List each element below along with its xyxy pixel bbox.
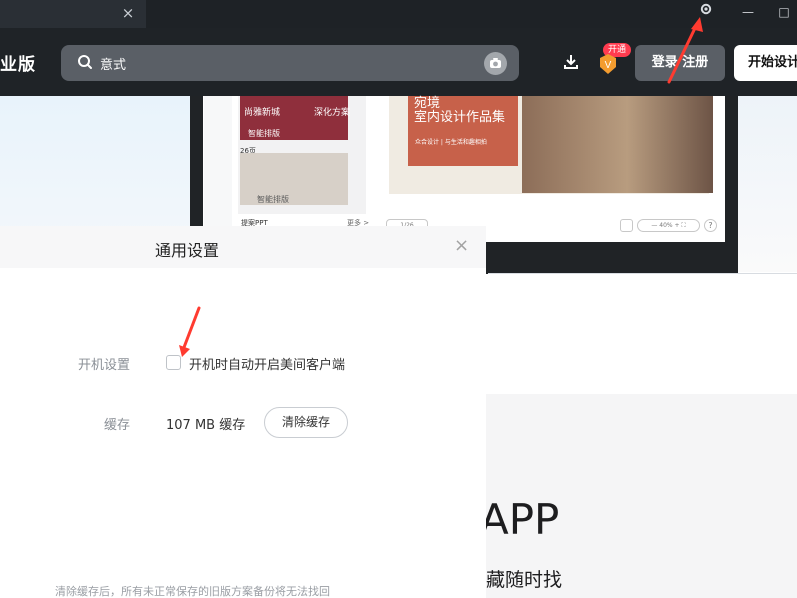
app-heading: APP xyxy=(480,495,560,544)
mini-layout-icon xyxy=(620,219,633,232)
screen: × — □ 业版 意式 开通 V 登录 注册 开始设计 尚雅新城 深化方案 智能… xyxy=(0,0,797,598)
red-arrow-icon xyxy=(667,17,703,84)
camera-icon[interactable] xyxy=(484,52,507,75)
portfolio-small-text: 众合设计 | 与生活和趣相拍 xyxy=(415,139,487,146)
zoom-indicator: — 40% + ⛶ xyxy=(637,219,700,232)
thumb-label-left: 尚雅新城 xyxy=(244,108,281,118)
browser-tab[interactable]: × xyxy=(0,0,146,28)
search-box[interactable]: 意式 xyxy=(61,45,519,81)
thumb-badge-2: 智能排版 xyxy=(257,195,289,204)
cache-notice: 清除缓存后，所有未正常保存的旧版方案备份将无法找回 xyxy=(55,585,330,598)
thumb-badge: 智能排版 xyxy=(248,129,280,138)
maximize-button[interactable]: □ xyxy=(774,2,794,22)
preview-sidebar xyxy=(204,96,232,230)
vip-icon[interactable]: V xyxy=(598,53,618,75)
help-icon: ? xyxy=(704,219,717,232)
room-photo xyxy=(522,96,713,193)
dialog-title: 通用设置 xyxy=(155,241,220,260)
red-arrow-icon xyxy=(179,306,201,357)
dialog-close-icon[interactable]: × xyxy=(454,237,469,255)
cache-label: 缓存 xyxy=(104,418,131,433)
camera-glyph-icon xyxy=(490,58,501,68)
startup-setting-label: 开机设置 xyxy=(78,358,131,373)
search-icon xyxy=(78,55,92,69)
start-design-button[interactable]: 开始设计 xyxy=(734,45,797,81)
background-gradient-right xyxy=(738,96,797,272)
cache-size: 107 MB 缓存 xyxy=(166,418,246,433)
download-icon[interactable] xyxy=(561,52,581,72)
search-input[interactable]: 意式 xyxy=(100,54,126,73)
background-white-area xyxy=(486,274,797,394)
tab-close-icon[interactable]: × xyxy=(120,3,136,23)
thumb-label-right: 深化方案 xyxy=(314,108,351,118)
general-settings-dialog: 通用设置 × 开机设置 开机时自动开启美间客户端 缓存 107 MB 缓存 清除… xyxy=(0,226,486,598)
portfolio-subtitle: 室内设计作品集 xyxy=(414,110,506,125)
svg-text:V: V xyxy=(605,60,612,71)
dialog-header: 通用设置 × xyxy=(0,226,486,268)
startup-option-text[interactable]: 开机时自动开启美间客户端 xyxy=(189,354,345,373)
brand-text: 业版 xyxy=(0,55,36,75)
clear-cache-button[interactable]: 清除缓存 xyxy=(264,407,348,438)
minimize-button[interactable]: — xyxy=(738,2,758,22)
